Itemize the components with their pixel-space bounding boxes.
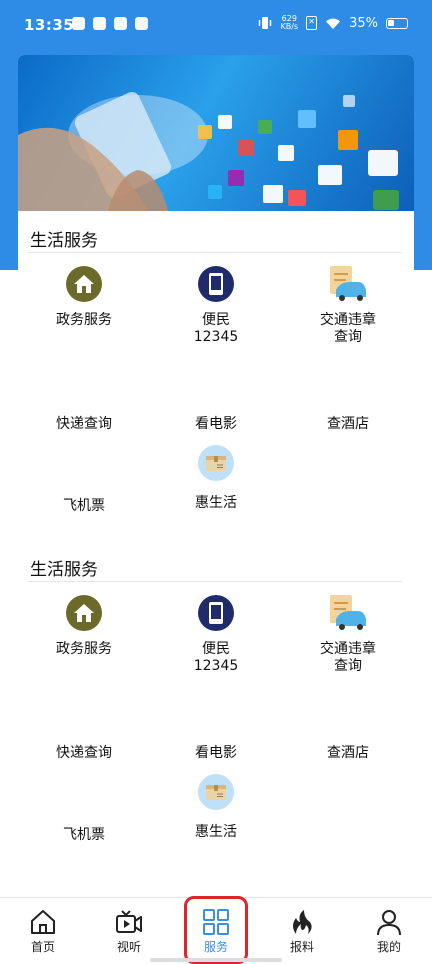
status-right: 629 KB/s ✕ 35%	[258, 15, 408, 31]
service-item-express[interactable]: 快递查询	[24, 745, 144, 762]
service-label: 交通违章 查询	[320, 641, 376, 674]
net-speed-unit: KB/s	[280, 22, 299, 31]
home-icon	[31, 910, 55, 934]
service-item-life[interactable]: 惠生活	[156, 774, 276, 841]
service-item-12345[interactable]: 便民 12345	[156, 266, 276, 346]
service-label: 政务服务	[56, 312, 112, 328]
status-time: 13:35	[24, 16, 75, 34]
service-item-movie[interactable]: 看电影	[156, 745, 276, 762]
service-item-movie[interactable]: 看电影	[156, 416, 276, 433]
battery-icon	[386, 17, 408, 29]
service-label: 快递查询	[56, 416, 112, 432]
tab-label: 首页	[30, 940, 55, 954]
phone-icon	[198, 266, 234, 302]
status-bar: 13:35 629 KB/s ✕ 35%	[0, 0, 432, 50]
service-label: 便民 12345	[193, 312, 239, 345]
service-label: 快递查询	[56, 745, 112, 761]
service-label: 惠生活	[195, 824, 237, 840]
tab-service[interactable]: 服务	[173, 898, 259, 964]
car-icon	[328, 266, 368, 302]
tab-report[interactable]: 报料	[259, 898, 345, 964]
battery-percent: 35%	[349, 15, 378, 31]
service-item-hotel[interactable]: 查酒店	[288, 416, 408, 433]
service-item-traffic[interactable]: 交通违章 查询	[288, 266, 408, 346]
tab-mine[interactable]: 我的	[346, 898, 432, 964]
service-label: 查酒店	[327, 745, 369, 761]
service-label: 惠生活	[195, 495, 237, 511]
service-label: 飞机票	[63, 827, 105, 843]
service-label: 看电影	[195, 416, 237, 432]
service-label: 看电影	[195, 745, 237, 761]
notification-icons	[72, 17, 148, 30]
wechat-icon	[135, 17, 148, 30]
service-item-express[interactable]: 快递查询	[24, 416, 144, 433]
tab-label: 我的	[376, 940, 401, 954]
tab-label: 报料	[289, 940, 314, 954]
flame-icon	[293, 910, 312, 934]
wifi-icon	[326, 18, 341, 29]
phone-icon	[198, 595, 234, 631]
house-icon	[66, 595, 102, 631]
service-item-flight[interactable]: 飞机票	[24, 827, 144, 844]
section-divider	[28, 581, 402, 582]
service-item-hotel[interactable]: 查酒店	[288, 745, 408, 762]
tab-home[interactable]: 首页	[0, 898, 86, 964]
service-item-flight[interactable]: 飞机票	[24, 498, 144, 515]
package-icon	[198, 445, 234, 481]
message-icon	[114, 17, 127, 30]
tab-label: 视听	[116, 940, 141, 954]
house-icon	[66, 266, 102, 302]
home-indicator	[150, 958, 282, 962]
banner-image[interactable]	[18, 55, 414, 211]
video-icon	[116, 910, 142, 933]
service-label: 交通违章 查询	[320, 312, 376, 345]
tab-label: 服务	[203, 940, 228, 954]
user-icon	[377, 910, 401, 936]
service-item-traffic[interactable]: 交通违章 查询	[288, 595, 408, 675]
service-label: 查酒店	[327, 416, 369, 432]
section-divider	[28, 252, 402, 253]
package-icon	[198, 774, 234, 810]
bottom-tab-bar: 首页 视听 服务 报料 我的	[0, 897, 432, 964]
tab-video[interactable]: 视听	[86, 898, 172, 964]
banner-illustration	[18, 92, 399, 211]
crown-icon	[72, 17, 85, 30]
section-title: 生活服务	[30, 231, 98, 251]
service-item-life[interactable]: 惠生活	[156, 445, 276, 512]
sim-icon: ✕	[306, 16, 318, 30]
car-icon	[328, 595, 368, 631]
service-label: 政务服务	[56, 641, 112, 657]
vibrate-icon	[259, 17, 272, 29]
service-label: 便民 12345	[193, 641, 239, 674]
service-item-gov[interactable]: 政务服务	[24, 595, 144, 658]
grid-icon	[203, 909, 229, 935]
section-title: 生活服务	[30, 560, 98, 580]
service-label: 飞机票	[63, 498, 105, 514]
app-icon	[93, 17, 106, 30]
service-item-gov[interactable]: 政务服务	[24, 266, 144, 329]
net-speed: 629 KB/s	[280, 15, 298, 31]
service-item-12345[interactable]: 便民 12345	[156, 595, 276, 675]
